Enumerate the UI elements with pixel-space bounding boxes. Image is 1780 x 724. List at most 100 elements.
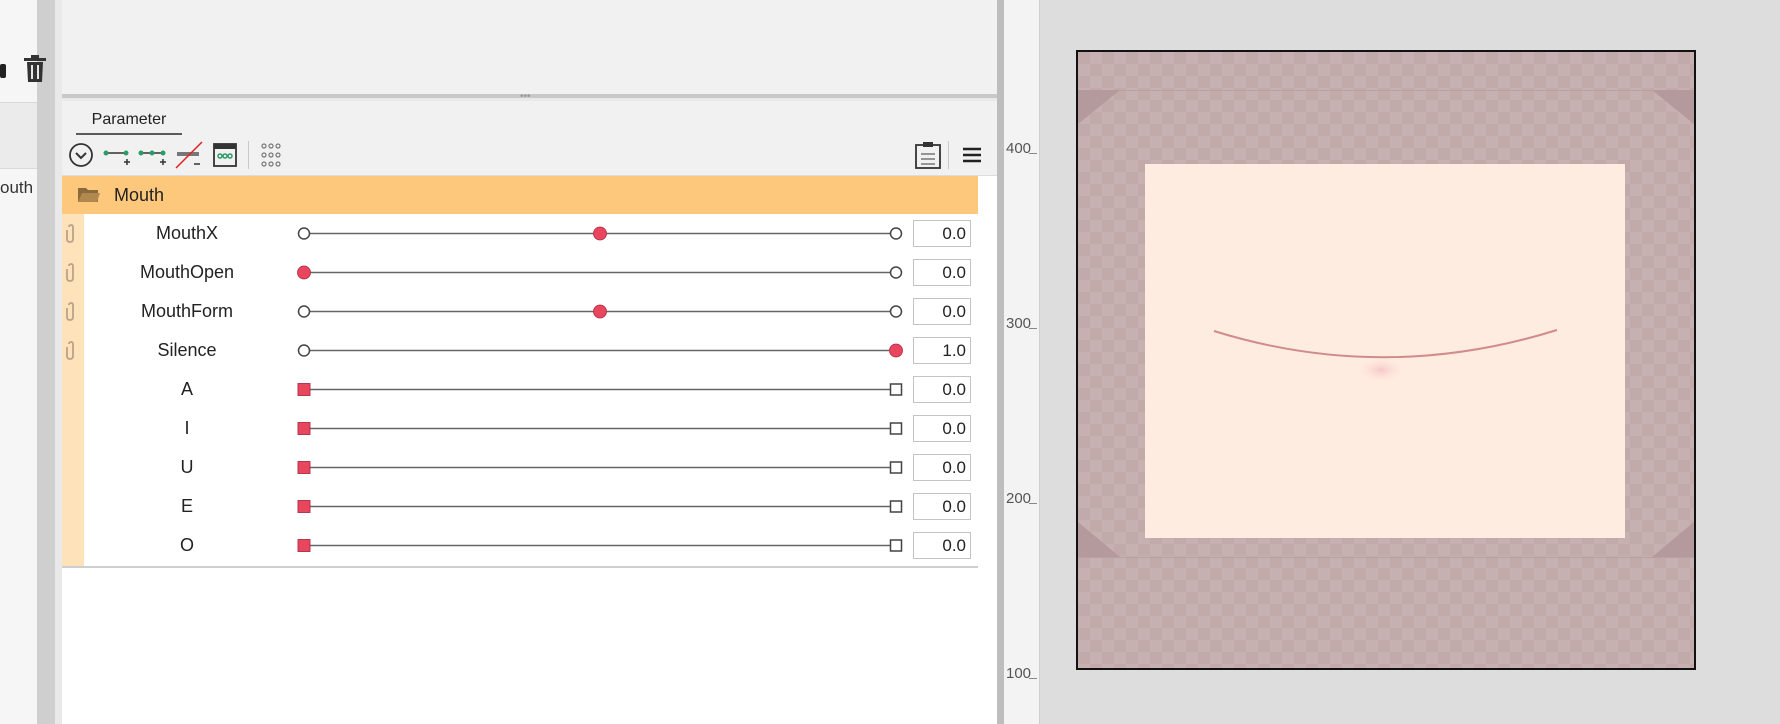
parameter-row[interactable]: A:0.0 bbox=[62, 370, 978, 409]
key-point bbox=[889, 305, 903, 318]
group-name: Mouth bbox=[114, 185, 165, 205]
parameter-value-field[interactable]: 0.0 bbox=[913, 376, 971, 403]
link-clip-icon[interactable] bbox=[64, 341, 78, 366]
parameter-slider[interactable] bbox=[272, 214, 906, 253]
panel-splitter[interactable] bbox=[37, 0, 55, 724]
key-point bbox=[889, 422, 903, 435]
tab-bar: Parameter bbox=[62, 101, 997, 136]
key-point bbox=[889, 539, 903, 552]
key-point bbox=[889, 266, 903, 279]
key-point bbox=[889, 383, 903, 396]
ruler-label: 100 bbox=[1006, 665, 1032, 682]
key-point bbox=[889, 500, 903, 513]
toolbar-button-partial[interactable] bbox=[0, 64, 6, 78]
parameter-row[interactable]: MouthOpen:0.0 bbox=[62, 253, 978, 292]
slider-handle bbox=[297, 265, 311, 280]
parameter-name: Silence bbox=[157, 340, 217, 360]
parameter-name: I bbox=[184, 418, 190, 438]
part-list-header bbox=[0, 102, 37, 169]
parameter-row[interactable]: MouthX:0.0 bbox=[62, 214, 978, 253]
parameter-slider[interactable] bbox=[272, 409, 906, 448]
parameter-slider[interactable] bbox=[272, 448, 906, 487]
part-list: outh bbox=[0, 0, 37, 724]
ruler-tick bbox=[1029, 328, 1037, 329]
parameter-row[interactable]: I:0.0 bbox=[62, 409, 978, 448]
parameter-name: MouthForm bbox=[140, 301, 234, 321]
parameter-panel: Parameter Mouth MouthX 0.0 MouthOpen 0.0… bbox=[62, 101, 997, 724]
upper-panel bbox=[62, 0, 997, 98]
parameter-slider[interactable] bbox=[272, 331, 906, 370]
menu-icon[interactable] bbox=[957, 140, 987, 170]
ruler-label: 400 bbox=[1006, 140, 1032, 157]
key-point bbox=[889, 461, 903, 474]
collapse-icon[interactable] bbox=[66, 140, 96, 170]
parameter-row[interactable]: MouthForm:0.0 bbox=[62, 292, 978, 331]
parameter-value-field[interactable]: 0.0 bbox=[913, 493, 971, 520]
parameter-name: MouthX bbox=[155, 223, 219, 243]
parameter-slider[interactable] bbox=[272, 292, 906, 331]
ruler-tick bbox=[1029, 678, 1037, 679]
slider-handle bbox=[297, 422, 311, 435]
parameter-value-field[interactable]: 0.0 bbox=[913, 454, 971, 481]
parameter-value-field[interactable]: 0.0 bbox=[913, 298, 971, 325]
key-point bbox=[297, 344, 311, 357]
parameter-name: MouthOpen bbox=[139, 262, 235, 282]
slider-handle bbox=[593, 304, 607, 319]
add-keys-icon[interactable] bbox=[138, 140, 168, 170]
parameter-group-mouth[interactable]: Mouth bbox=[62, 176, 978, 214]
key-point bbox=[297, 227, 311, 240]
parameter-name: E bbox=[180, 496, 193, 516]
parameter-row[interactable]: E:0.0 bbox=[62, 487, 978, 526]
parameter-value-field[interactable]: 0.0 bbox=[913, 259, 971, 286]
list-divider bbox=[62, 566, 978, 568]
trash-icon[interactable] bbox=[22, 54, 48, 84]
panel-splitter-vertical[interactable] bbox=[997, 0, 1004, 724]
key-point bbox=[889, 227, 903, 240]
parameter-name: O bbox=[179, 535, 194, 555]
ruler-label: 200 bbox=[1006, 490, 1032, 507]
add-param-icon[interactable] bbox=[102, 140, 132, 170]
parameter-value-field[interactable]: 0.0 bbox=[913, 415, 971, 442]
slider-handle bbox=[297, 383, 311, 396]
model-canvas[interactable] bbox=[1076, 50, 1696, 670]
parameter-slider[interactable] bbox=[272, 526, 906, 565]
parameter-slider[interactable] bbox=[272, 253, 906, 292]
paste-icon[interactable] bbox=[913, 140, 943, 170]
parameter-toolbar bbox=[62, 135, 997, 176]
grid-dots-icon[interactable] bbox=[256, 140, 286, 170]
canvas-artwork bbox=[1078, 52, 1694, 668]
ruler-tick bbox=[1029, 503, 1037, 504]
part-list-item[interactable]: outh bbox=[0, 178, 33, 198]
slider-handle bbox=[593, 226, 607, 241]
resize-grip-icon[interactable]: ••• bbox=[520, 92, 536, 102]
slider-handle bbox=[297, 461, 311, 474]
parameter-slider[interactable] bbox=[272, 487, 906, 526]
tab-parameter[interactable]: Parameter bbox=[76, 107, 182, 136]
parameter-value-field[interactable]: 0.0 bbox=[913, 532, 971, 559]
parameter-row[interactable]: Silence:1.0 bbox=[62, 331, 978, 370]
link-clip-icon[interactable] bbox=[64, 224, 78, 249]
link-clip-icon[interactable] bbox=[64, 302, 78, 327]
parameter-name: A bbox=[180, 379, 193, 399]
parameter-slider[interactable] bbox=[272, 370, 906, 409]
parameter-row[interactable]: U:0.0 bbox=[62, 448, 978, 487]
folder-icon bbox=[77, 186, 101, 209]
parameter-value-field[interactable]: 0.0 bbox=[913, 220, 971, 247]
slider-handle bbox=[889, 343, 903, 358]
ruler-label: 300 bbox=[1006, 315, 1032, 332]
slider-handle bbox=[297, 539, 311, 552]
parameter-row[interactable]: O:0.0 bbox=[62, 526, 978, 565]
parameter-list: Mouth MouthX:0.0MouthOpen:0.0MouthForm:0… bbox=[62, 176, 978, 568]
parameter-value-field[interactable]: 1.0 bbox=[913, 337, 971, 364]
remove-param-icon[interactable] bbox=[174, 140, 204, 170]
keyform-icon[interactable] bbox=[210, 140, 240, 170]
vertical-ruler: 400 300 200 100 bbox=[1004, 0, 1040, 724]
key-point bbox=[297, 305, 311, 318]
face-area bbox=[1145, 164, 1625, 538]
parameter-name: U bbox=[180, 457, 194, 477]
ruler-tick bbox=[1029, 153, 1037, 154]
slider-handle bbox=[297, 500, 311, 513]
canvas-viewport[interactable] bbox=[1040, 0, 1780, 724]
left-panel: outh bbox=[0, 0, 55, 724]
link-clip-icon[interactable] bbox=[64, 263, 78, 288]
